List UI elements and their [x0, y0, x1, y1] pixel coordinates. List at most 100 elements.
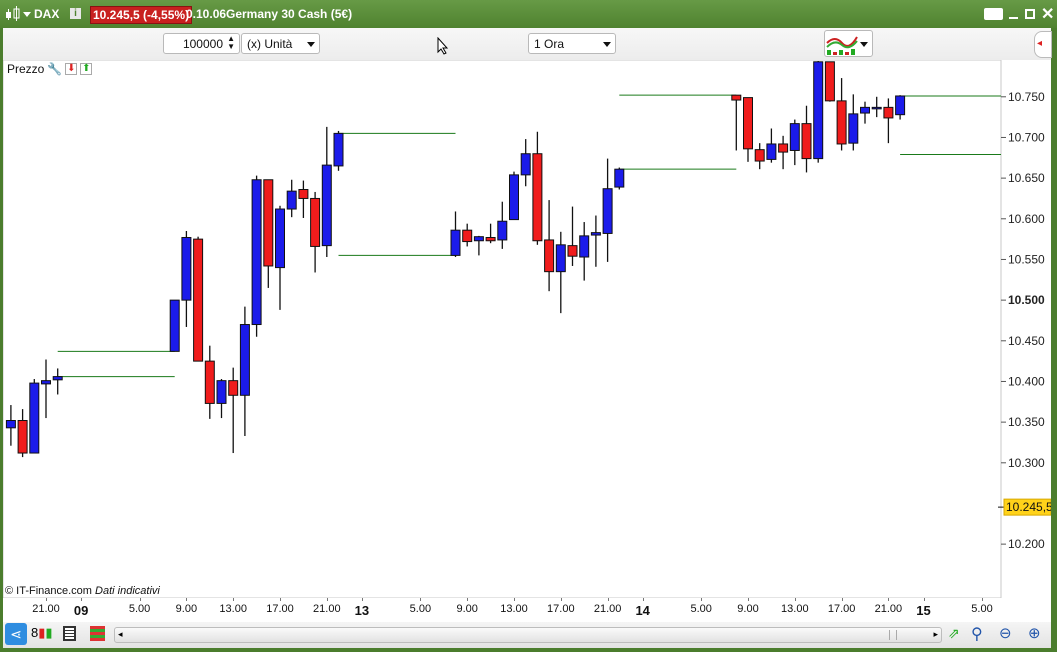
x-tick [642, 598, 644, 601]
candle-up [579, 235, 590, 258]
x-tick-label: 9.00 [175, 603, 198, 615]
candle-down [310, 197, 321, 247]
candle-down [532, 153, 543, 242]
symbol-label[interactable]: DAX [34, 7, 59, 21]
x-tick [326, 598, 328, 601]
timeframe-select[interactable]: 1 Ora [528, 33, 616, 54]
x-tick-label: 09 [73, 603, 89, 618]
auto-scale-icon[interactable]: ⇗ [948, 625, 960, 642]
x-tick-label: 13.00 [781, 603, 809, 615]
candle-down [824, 61, 835, 102]
candle-up [860, 106, 870, 114]
x-tick [748, 598, 749, 601]
y-tick-label: 10.750 [1008, 90, 1045, 104]
scroll-right-icon[interactable]: ▸ [933, 629, 938, 640]
chevron-down-icon [307, 42, 315, 47]
candle-down [836, 100, 847, 145]
horizontal-scrollbar[interactable]: ◂ ▸ [114, 627, 942, 643]
y-tick-label: 10.200 [1008, 537, 1045, 551]
wrench-icon[interactable]: 🔧 [47, 62, 62, 76]
chart-type-icon[interactable]: 8▮▮ [31, 625, 53, 641]
info-icon[interactable]: i [70, 8, 81, 19]
candle-up [169, 299, 180, 352]
table-icon[interactable] [63, 626, 76, 641]
y-tick-label: 10.550 [1008, 252, 1045, 266]
x-tick-label: 5.00 [128, 603, 151, 615]
zoom-out-icon[interactable]: ⊖ [999, 624, 1012, 642]
candle-up [614, 168, 625, 188]
chevron-down-icon[interactable] [23, 12, 31, 17]
time-axis: 21.00 09 5.00 9.00 13.00 17.00 21.00 13 5.00 9.00… [3, 598, 1051, 622]
order-toolbar: 100000 ▲ ▼ (x) Unità 1 Ora ◂ [3, 28, 1052, 60]
price-chart[interactable]: 10.750 10.700 10.650 10.600 10.550 10.500 10.4… [3, 60, 1051, 598]
bottom-toolbar: ⋖ 8▮▮ ◂ ▸ ⇗ ⚲ ⊖ ⊕ [3, 622, 1051, 648]
candle-down [462, 229, 473, 243]
scroll-thumb[interactable] [889, 630, 897, 640]
candle-up [848, 113, 859, 144]
candle-up [450, 229, 461, 256]
x-tick [701, 598, 703, 601]
scroll-left-icon[interactable]: ◂ [118, 629, 123, 640]
x-tick-label: 13.00 [500, 603, 528, 615]
x-tick-label: 21.00 [313, 603, 341, 615]
x-tick-label: 5.00 [690, 603, 712, 615]
candle-up [509, 174, 519, 221]
x-tick-label: 17.00 [827, 603, 856, 615]
unit-select[interactable]: (x) Unità [241, 33, 320, 54]
y-tick-label: 10.500 [1008, 293, 1045, 307]
data-note: Dati indicativi [95, 585, 160, 597]
x-tick [794, 598, 796, 601]
title-bar: DAX i 10.245,5 (-4,55%) 0.10.06 Germany … [0, 0, 1057, 28]
candle-down [883, 106, 894, 119]
x-tick-label: 21.00 [874, 603, 903, 615]
chevron-down-icon [860, 42, 868, 47]
candle-icon[interactable] [5, 6, 21, 25]
candle-up [602, 188, 613, 234]
candle-up [813, 61, 824, 160]
zoom-fit-icon[interactable]: ⚲ [971, 624, 983, 644]
candle-up [41, 380, 51, 385]
candle-up [181, 236, 192, 301]
candle-down [743, 97, 753, 150]
x-tick [361, 598, 363, 601]
candle-down [204, 360, 215, 404]
candle-down [228, 380, 239, 396]
order-book-icon[interactable] [90, 626, 105, 641]
buy-icon[interactable]: ⬆ [80, 63, 93, 75]
quantity-stepper[interactable]: 100000 ▲ ▼ [163, 33, 240, 54]
candle-up [275, 208, 285, 269]
candle-down [17, 420, 28, 454]
price-change-badge: 10.245,5 (-4,55%) [90, 6, 193, 24]
zoom-in-icon[interactable]: ⊕ [1028, 624, 1041, 642]
keyboard-icon[interactable] [984, 8, 1003, 20]
candle-up [789, 123, 800, 151]
x-tick [46, 598, 47, 601]
stepper-arrows-icon[interactable]: ▲ ▼ [227, 35, 235, 51]
maximize-icon[interactable] [1025, 9, 1035, 19]
close-icon[interactable]: ✕ [1041, 4, 1054, 24]
x-tick-label: 21.00 [32, 603, 60, 615]
x-tick-label: 21.00 [593, 603, 622, 615]
mouse-cursor-icon [437, 36, 449, 58]
sell-icon[interactable]: ⬇ [65, 63, 78, 75]
instrument-name: Germany 30 Cash (5€) [226, 7, 353, 21]
share-icon[interactable]: ⋖ [5, 623, 27, 645]
x-tick-label: 13 [354, 603, 370, 618]
x-tick [420, 598, 422, 601]
current-price-label: 10.245,5 [1006, 500, 1051, 514]
candle-up [29, 382, 40, 454]
side-panel-toggle[interactable]: ◂ [1034, 31, 1052, 58]
candle-down [263, 179, 274, 267]
candle-down [193, 238, 204, 362]
indicators-button[interactable] [824, 30, 873, 57]
y-tick-label: 10.700 [1008, 130, 1045, 144]
quantity-value: 100000 [182, 37, 223, 51]
x-tick [560, 598, 562, 601]
x-tick-label: 13.00 [219, 603, 247, 615]
candle-up [321, 164, 332, 247]
candle-up [286, 190, 297, 210]
minimize-icon[interactable] [1009, 17, 1018, 19]
candle-up [52, 376, 63, 381]
chart-canvas[interactable]: 10.750 10.700 10.650 10.600 10.550 10.500 10.4… [3, 60, 1051, 598]
candle-down [298, 189, 309, 199]
